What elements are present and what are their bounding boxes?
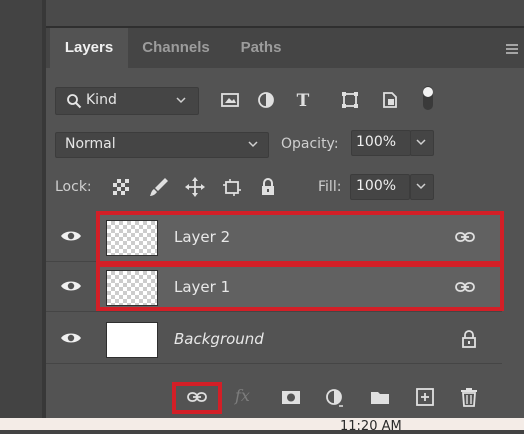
lock-all-icon[interactable]	[257, 176, 279, 198]
shape-filter-icon[interactable]	[339, 89, 361, 111]
tab-paths[interactable]: Paths	[226, 28, 296, 68]
lock-label: Lock:	[55, 179, 92, 195]
taskbar-strip	[0, 418, 524, 430]
filter-toggle-icon[interactable]	[417, 84, 439, 112]
add-mask-icon[interactable]	[280, 386, 302, 408]
delete-layer-icon[interactable]	[458, 386, 480, 408]
eye-icon	[61, 281, 81, 291]
filter-kind-label: Kind	[86, 92, 117, 108]
opacity-value: 100%	[356, 134, 397, 150]
chevron-down-icon	[248, 141, 258, 148]
layer-name: Background	[174, 330, 264, 348]
panel-tabs: Layers Channels Paths	[46, 28, 524, 68]
image-filter-icon[interactable]	[219, 89, 241, 111]
top-panel-strip	[46, 0, 524, 26]
fill-label: Fill:	[318, 179, 342, 195]
visibility-toggle[interactable]	[46, 315, 98, 363]
tab-layers[interactable]: Layers	[50, 28, 128, 68]
chevron-down-icon	[416, 183, 426, 190]
type-filter-icon[interactable]: T	[292, 89, 314, 111]
lock-icon	[462, 330, 476, 348]
new-layer-icon[interactable]	[414, 386, 436, 408]
new-group-icon[interactable]	[369, 386, 391, 408]
layer-row-background[interactable]: Background	[46, 315, 502, 364]
fill-value: 100%	[356, 178, 397, 194]
highlight-box-link-button	[172, 382, 222, 414]
taskbar-clock: 11:20 AM	[340, 419, 402, 434]
layer-item[interactable]: Background	[98, 315, 502, 363]
eye-icon	[61, 231, 81, 241]
visibility-toggle[interactable]	[46, 213, 98, 261]
lock-image-pixels-icon[interactable]	[148, 176, 170, 198]
opacity-label: Opacity:	[281, 136, 339, 152]
highlight-box-layer-2	[96, 211, 504, 265]
adjustment-layer-icon[interactable]	[323, 386, 345, 408]
adjustment-filter-icon[interactable]	[255, 89, 277, 111]
fx-icon[interactable]: fx	[235, 384, 261, 408]
blend-mode-value: Normal	[65, 136, 116, 152]
search-icon	[67, 94, 82, 109]
left-gutter	[0, 0, 42, 430]
panel-menu-icon[interactable]	[506, 44, 518, 54]
lock-artboard-icon[interactable]	[221, 176, 243, 198]
highlight-box-layer-1	[96, 263, 504, 311]
smart-object-filter-icon[interactable]	[379, 89, 401, 111]
lock-transparent-pixels-icon[interactable]	[110, 176, 132, 198]
lock-position-icon[interactable]	[184, 176, 206, 198]
tab-channels[interactable]: Channels	[132, 28, 220, 68]
eye-icon	[61, 333, 81, 343]
svg-text:T: T	[297, 91, 310, 111]
visibility-toggle[interactable]	[46, 263, 98, 311]
chevron-down-icon	[416, 139, 426, 146]
layer-thumbnail	[106, 322, 158, 358]
chevron-down-icon	[176, 97, 186, 104]
